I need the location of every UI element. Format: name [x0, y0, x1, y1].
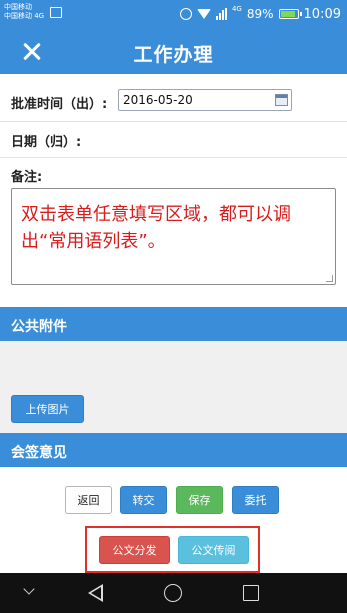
- battery-fill: [280, 11, 295, 17]
- return-date-label: 日期（归）:: [11, 135, 82, 150]
- status-right: 4G 89% 10:09: [179, 5, 341, 22]
- alarm-icon: [179, 8, 192, 20]
- carrier-info: 中国移动 中国移动 4G: [4, 3, 44, 21]
- delegate-button[interactable]: 委托: [232, 486, 279, 514]
- divider: [0, 121, 347, 122]
- back-icon[interactable]: [88, 584, 103, 602]
- signal-icon: [215, 8, 227, 20]
- distribute-document-button[interactable]: 公文分发: [99, 536, 170, 564]
- upload-image-button[interactable]: 上传图片: [11, 395, 84, 423]
- wifi-icon: [196, 9, 211, 19]
- divider: [0, 157, 347, 158]
- attachments-header: 公共附件: [0, 307, 347, 341]
- system-nav-bar: [0, 573, 347, 613]
- image-notification-icon: [50, 7, 62, 18]
- recent-apps-icon[interactable]: [243, 585, 259, 601]
- chevron-down-icon[interactable]: [23, 583, 35, 595]
- title-bar: 工作办理: [0, 30, 347, 74]
- carrier-line-1: 中国移动: [4, 3, 32, 11]
- back-button[interactable]: 返回: [65, 486, 112, 514]
- remark-hint-text: 双击表单任意填写区域，都可以调出“常用语列表”。: [21, 204, 291, 252]
- transfer-button[interactable]: 转交: [120, 486, 167, 514]
- calendar-icon[interactable]: [275, 94, 288, 106]
- approve-time-input[interactable]: 2016-05-20: [118, 89, 292, 111]
- carrier-line-2: 中国移动 4G: [4, 12, 45, 20]
- status-bar: 中国移动 中国移动 4G 4G 89% 10:09: [0, 0, 347, 30]
- clock: 10:09: [303, 6, 341, 22]
- remark-label: 备注:: [11, 170, 43, 185]
- circulate-document-button[interactable]: 公文传阅: [178, 536, 249, 564]
- home-icon[interactable]: [164, 584, 182, 602]
- save-button[interactable]: 保存: [176, 486, 223, 514]
- battery-icon: [278, 9, 302, 19]
- battery-percent: 89%: [246, 7, 274, 21]
- resize-handle-icon[interactable]: [326, 275, 333, 282]
- countersign-header: 会签意见: [0, 433, 347, 467]
- network-type: 4G: [231, 5, 242, 13]
- page-title: 工作办理: [133, 44, 214, 66]
- remark-textarea[interactable]: 双击表单任意填写区域，都可以调出“常用语列表”。: [11, 188, 336, 285]
- approve-time-label: 批准时间（出）:: [11, 97, 108, 112]
